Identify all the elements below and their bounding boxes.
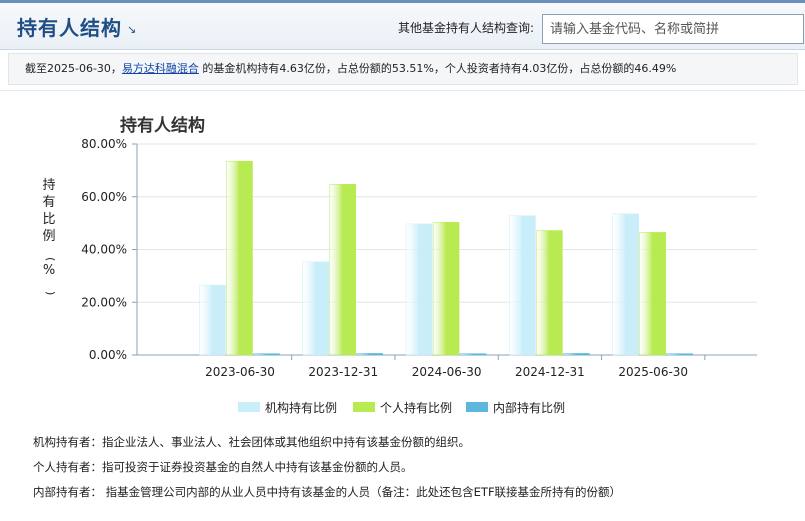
- y-tick-label: 20.00%: [81, 295, 127, 309]
- definition-notes: 机构持有者：指企业法人、事业法人、社会团体或其他组织中持有该基金份额的组织。 个…: [33, 434, 621, 509]
- y-axis-label: 持有比例(%): [42, 178, 56, 295]
- fund-search-input[interactable]: [542, 14, 804, 44]
- page-header: 持有人结构 ↘ 其他基金持有人结构查询:: [0, 0, 805, 50]
- bar: [536, 230, 563, 356]
- legend-swatch: [466, 402, 488, 412]
- bar: [199, 284, 226, 356]
- bar: [405, 223, 433, 356]
- note-internal: 内部持有者： 指基金管理公司内部的从业人员中持有该基金的人员（备注：此处还包含E…: [33, 485, 622, 499]
- bar: [639, 232, 666, 356]
- holder-structure-chart: 持有人结构持有比例(%) 0.00% 20.00% 40.00% 60.00% 80.00…: [42, 115, 757, 415]
- bar: [253, 353, 280, 356]
- bar: [329, 184, 357, 356]
- legend-swatch: [353, 402, 375, 412]
- legend-label: 机构持有比例: [265, 400, 337, 415]
- y-tick-label: 60.00%: [81, 190, 127, 204]
- x-tick-label: 2023-12-31: [308, 365, 378, 379]
- note-individual: 个人持有者：指可投资于证券投资基金的自然人中持有该基金份额的人员。: [33, 460, 413, 474]
- chart-title: 持有人结构: [120, 115, 205, 136]
- fund-query-label: 其他基金持有人结构查询:: [398, 21, 535, 35]
- summary-prefix: 截至2025-06-30，: [25, 62, 122, 75]
- x-tick-label: 2024-06-30: [412, 365, 482, 379]
- x-tick-label: 2023-06-30: [205, 365, 275, 379]
- arrow-down-right-icon[interactable]: ↘: [127, 23, 136, 36]
- holder-summary: 截至2025-06-30，易方达科融混合 的基金机构持有4.63亿份，占总份额的…: [8, 53, 798, 85]
- bar: [226, 160, 253, 356]
- bar: [432, 222, 460, 356]
- bar: [459, 353, 487, 356]
- x-tick-label: 2025-06-30: [618, 365, 688, 379]
- legend-label: 个人持有比例: [380, 400, 452, 415]
- y-tick-label: 0.00%: [89, 348, 127, 362]
- bar: [302, 261, 330, 356]
- bar: [509, 215, 536, 356]
- y-tick-label: 80.00%: [81, 137, 127, 151]
- y-tick-label: 40.00%: [81, 243, 127, 257]
- note-institution: 机构持有者：指企业法人、事业法人、社会团体或其他组织中持有该基金份额的组织。: [33, 435, 470, 449]
- x-tick-label: 2024-12-31: [515, 365, 585, 379]
- bar: [612, 213, 639, 356]
- bar: [356, 353, 384, 356]
- bar: [563, 353, 590, 356]
- bar: [666, 353, 693, 356]
- legend-label: 内部持有比例: [493, 400, 565, 415]
- page-title: 持有人结构: [17, 16, 122, 40]
- summary-suffix: 的基金机构持有4.63亿份，占总份额的53.51%，个人投资者持有4.03亿份，…: [198, 62, 677, 75]
- legend-swatch: [238, 402, 260, 412]
- fund-name-link[interactable]: 易方达科融混合: [122, 62, 199, 75]
